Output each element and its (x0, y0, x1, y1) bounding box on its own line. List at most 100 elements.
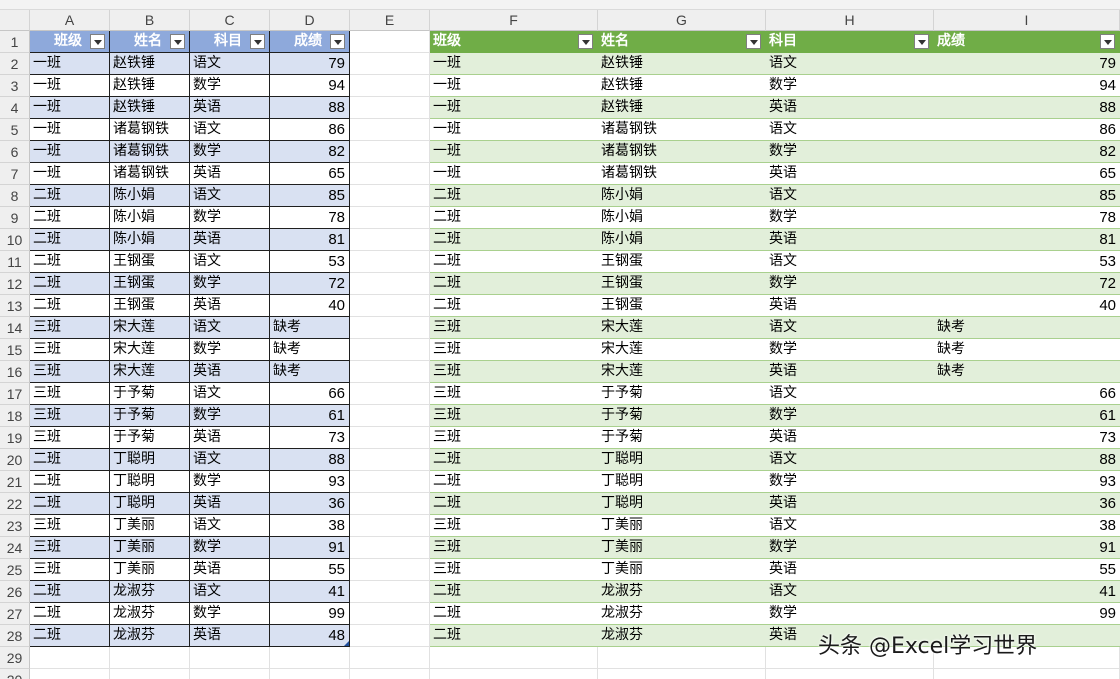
select-all-corner[interactable] (0, 10, 30, 31)
cell[interactable] (350, 295, 430, 317)
right-table-cell[interactable]: 语文 (766, 581, 934, 603)
left-table-cell[interactable]: 于予菊 (110, 405, 190, 427)
filter-dropdown-icon[interactable] (1100, 34, 1115, 49)
right-table-cell[interactable]: 三班 (430, 515, 598, 537)
right-table-cell[interactable]: 龙淑芬 (598, 581, 766, 603)
right-table-cell[interactable]: 一班 (430, 163, 598, 185)
left-table-cell[interactable]: 38 (270, 515, 350, 537)
right-table-cell[interactable]: 三班 (430, 427, 598, 449)
row-header[interactable]: 13 (0, 295, 30, 317)
right-table-cell[interactable]: 85 (934, 185, 1120, 207)
right-table-cell[interactable]: 一班 (430, 141, 598, 163)
row-header[interactable]: 25 (0, 559, 30, 581)
left-table-cell[interactable]: 英语 (190, 295, 270, 317)
row-header[interactable]: 11 (0, 251, 30, 273)
row-header[interactable]: 24 (0, 537, 30, 559)
left-table-cell[interactable]: 语文 (190, 251, 270, 273)
left-table-cell[interactable]: 陈小娟 (110, 229, 190, 251)
right-table-cell[interactable]: 缺考 (934, 317, 1120, 339)
right-table-cell[interactable]: 二班 (430, 471, 598, 493)
left-table-cell[interactable]: 二班 (30, 471, 110, 493)
left-table-cell[interactable]: 三班 (30, 317, 110, 339)
left-table-cell[interactable]: 数学 (190, 471, 270, 493)
cell[interactable] (350, 75, 430, 97)
left-table-cell[interactable]: 85 (270, 185, 350, 207)
right-table-cell[interactable]: 二班 (430, 295, 598, 317)
left-table-header-cell[interactable]: 班级 (30, 31, 110, 53)
left-table-header-cell[interactable]: 科目 (190, 31, 270, 53)
left-table-cell[interactable]: 缺考 (270, 361, 350, 383)
row-header[interactable]: 15 (0, 339, 30, 361)
right-table-cell[interactable]: 一班 (430, 119, 598, 141)
left-table-cell[interactable]: 语文 (190, 317, 270, 339)
left-table-cell[interactable]: 语文 (190, 449, 270, 471)
cell[interactable] (350, 207, 430, 229)
right-table-cell[interactable]: 二班 (430, 251, 598, 273)
left-table-cell[interactable]: 二班 (30, 625, 110, 647)
right-table-cell[interactable]: 一班 (430, 97, 598, 119)
cell[interactable] (110, 669, 190, 679)
right-table-cell[interactable]: 55 (934, 559, 1120, 581)
cell[interactable] (30, 647, 110, 669)
left-table-cell[interactable]: 数学 (190, 207, 270, 229)
left-table-cell[interactable]: 88 (270, 449, 350, 471)
right-table-cell[interactable]: 宋大莲 (598, 317, 766, 339)
right-table-cell[interactable]: 61 (934, 405, 1120, 427)
right-table-cell[interactable]: 丁聪明 (598, 449, 766, 471)
left-table-cell[interactable]: 数学 (190, 537, 270, 559)
right-table-header-cell[interactable]: 姓名 (598, 31, 766, 53)
right-table-cell[interactable]: 二班 (430, 207, 598, 229)
right-table-cell[interactable]: 于予菊 (598, 383, 766, 405)
right-table-cell[interactable]: 二班 (430, 449, 598, 471)
row-header[interactable]: 10 (0, 229, 30, 251)
left-table-cell[interactable]: 78 (270, 207, 350, 229)
column-header-f[interactable]: F (430, 10, 598, 31)
right-table-cell[interactable]: 88 (934, 449, 1120, 471)
left-table-cell[interactable]: 二班 (30, 273, 110, 295)
right-table-cell[interactable]: 41 (934, 581, 1120, 603)
left-table-cell[interactable]: 72 (270, 273, 350, 295)
left-table-cell[interactable]: 二班 (30, 603, 110, 625)
right-table-cell[interactable]: 一班 (430, 53, 598, 75)
right-table-cell[interactable]: 语文 (766, 515, 934, 537)
filter-dropdown-icon[interactable] (914, 34, 929, 49)
left-table-cell[interactable]: 36 (270, 493, 350, 515)
cell[interactable] (350, 427, 430, 449)
cell[interactable] (350, 31, 430, 53)
left-table-cell[interactable]: 66 (270, 383, 350, 405)
row-header[interactable]: 20 (0, 449, 30, 471)
left-table-cell[interactable]: 二班 (30, 229, 110, 251)
left-table-cell[interactable]: 一班 (30, 75, 110, 97)
row-header[interactable]: 29 (0, 647, 30, 669)
left-table-cell[interactable]: 语文 (190, 185, 270, 207)
cell[interactable] (598, 647, 766, 669)
right-table-cell[interactable]: 赵铁锤 (598, 97, 766, 119)
left-table-cell[interactable]: 语文 (190, 119, 270, 141)
right-table-cell[interactable]: 宋大莲 (598, 339, 766, 361)
left-table-cell[interactable]: 86 (270, 119, 350, 141)
left-table-cell[interactable]: 53 (270, 251, 350, 273)
left-table-cell[interactable]: 数学 (190, 339, 270, 361)
right-table-cell[interactable]: 英语 (766, 427, 934, 449)
row-header[interactable]: 5 (0, 119, 30, 141)
column-header-a[interactable]: A (30, 10, 110, 31)
right-table-cell[interactable]: 53 (934, 251, 1120, 273)
left-table-cell[interactable]: 三班 (30, 515, 110, 537)
left-table-cell[interactable]: 一班 (30, 141, 110, 163)
right-table-cell[interactable]: 数学 (766, 207, 934, 229)
cell[interactable] (350, 317, 430, 339)
right-table-cell[interactable]: 三班 (430, 559, 598, 581)
right-table-cell[interactable]: 36 (934, 493, 1120, 515)
filter-dropdown-icon[interactable] (746, 34, 761, 49)
left-table-cell[interactable]: 英语 (190, 97, 270, 119)
left-table-cell[interactable]: 三班 (30, 405, 110, 427)
right-table-cell[interactable]: 于予菊 (598, 405, 766, 427)
row-header[interactable]: 7 (0, 163, 30, 185)
right-table-cell[interactable]: 丁聪明 (598, 471, 766, 493)
right-table-cell[interactable]: 88 (934, 97, 1120, 119)
left-table-cell[interactable]: 二班 (30, 185, 110, 207)
filter-dropdown-icon[interactable] (330, 34, 345, 49)
right-table-cell[interactable]: 99 (934, 603, 1120, 625)
filter-dropdown-icon[interactable] (250, 34, 265, 49)
row-header[interactable]: 22 (0, 493, 30, 515)
